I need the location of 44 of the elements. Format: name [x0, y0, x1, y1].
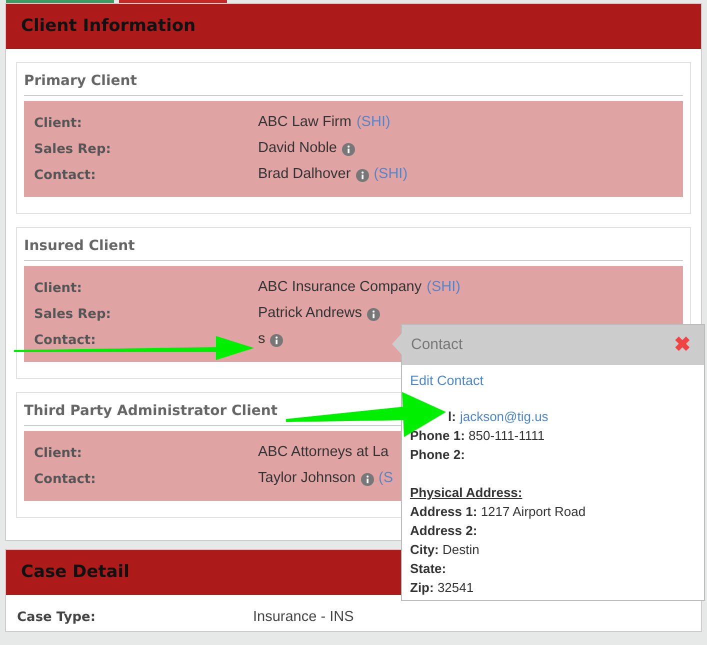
info-icon[interactable] — [366, 308, 380, 320]
info-icon[interactable] — [360, 472, 374, 486]
info-icon[interactable] — [356, 168, 369, 182]
field-label: Sales Rep: — [34, 307, 112, 322]
contact-field: State: — [410, 559, 696, 578]
code-link[interactable]: (S — [378, 468, 394, 490]
info-icon[interactable] — [270, 334, 284, 346]
group-title: Insured Client — [24, 236, 683, 261]
info-icon[interactable] — [342, 142, 355, 156]
field-label: Client: — [34, 281, 82, 296]
code-link[interactable]: (SHI) — [374, 164, 408, 186]
contact-field: Zip: 32541 — [410, 578, 696, 597]
field-label: l: — [448, 408, 456, 426]
contact-field: Phone 1: 850-111-1111 — [410, 426, 696, 445]
contact-field: Phone 2: — [410, 445, 696, 464]
field-label: Client: — [34, 116, 82, 131]
field-value: ABC Law Firm — [258, 113, 352, 132]
panel-title: Client Information — [21, 14, 196, 38]
contact-field: Address 1: 1217 Airport Road — [410, 502, 696, 521]
field-value: Taylor Johnson — [258, 469, 356, 488]
contact-field: Address 2: — [410, 521, 696, 540]
field-value: David Noble — [258, 139, 337, 158]
code-link[interactable]: (SHI) — [356, 112, 390, 134]
address-heading: Physical Address: — [410, 484, 524, 502]
field-value: Brad Dalhover — [258, 165, 351, 184]
field-label: Contact: — [34, 168, 96, 183]
field-label: Contact: — [34, 472, 96, 487]
close-button[interactable]: ✖ — [674, 335, 695, 355]
field-value: ABC Insurance Company — [258, 278, 422, 298]
contact-field: City: Destin — [410, 540, 696, 559]
panel-title: Case Detail — [21, 560, 130, 584]
field-label: Case Type: — [17, 609, 97, 628]
field-value: Insurance - INS — [253, 608, 354, 628]
code-link[interactable]: (SHI) — [426, 277, 460, 299]
group-title: Primary Client — [24, 71, 683, 96]
popover-title: Contact — [411, 334, 463, 355]
email-link[interactable]: jackson@tig.us — [460, 407, 548, 426]
field-value: Patrick Andrews — [258, 304, 362, 324]
field-value: s — [258, 330, 266, 350]
field-value: ABC Attorneys at La — [258, 443, 389, 462]
field-label: Contact: — [34, 333, 96, 348]
edit-contact-link[interactable]: Edit Contact — [410, 373, 484, 388]
field-label: Sales Rep: — [34, 142, 112, 157]
field-label: Client: — [34, 446, 82, 461]
